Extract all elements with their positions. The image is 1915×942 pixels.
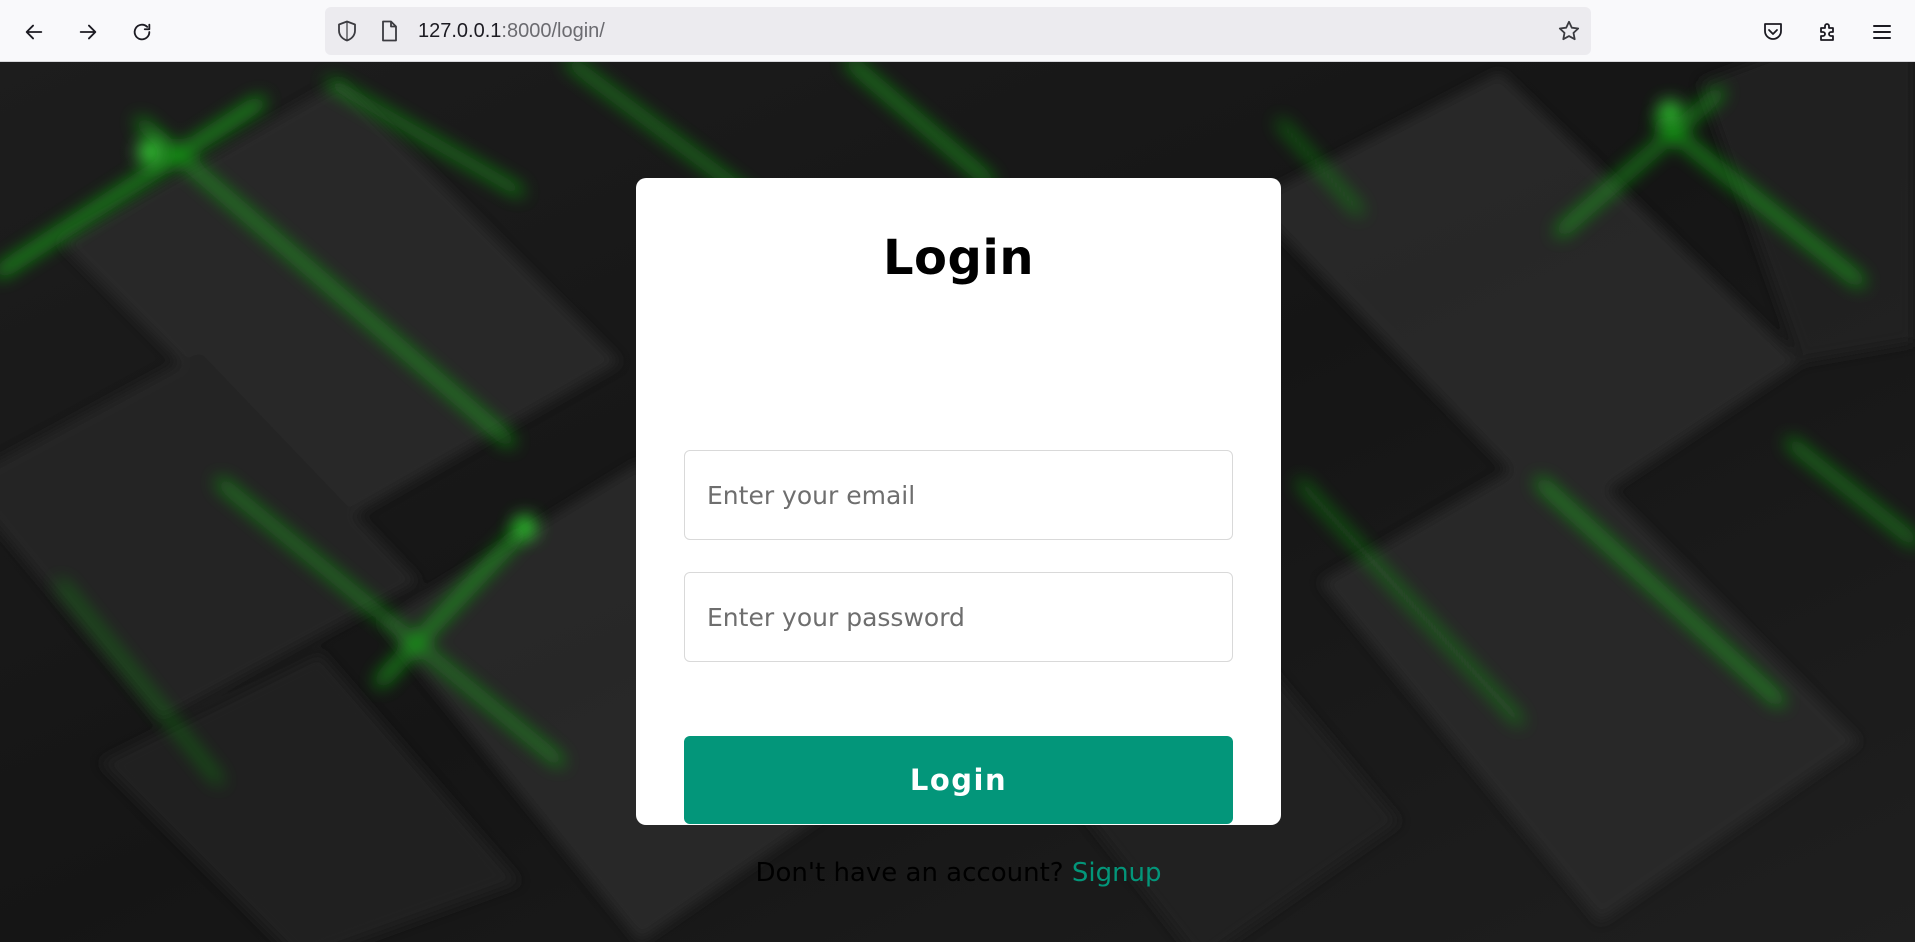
url-host: 127.0.0.1	[418, 20, 502, 42]
back-arrow-icon	[25, 24, 43, 40]
signup-link[interactable]: Signup	[1072, 858, 1162, 888]
password-field[interactable]	[684, 572, 1233, 662]
signup-line: Don't have an account? Signup	[636, 858, 1281, 888]
login-card: Login Login Don't have an account? Signu…	[636, 178, 1281, 888]
reload-icon	[133, 23, 151, 41]
url-path: :8000/login/	[501, 20, 605, 42]
forward-arrow-icon	[79, 24, 97, 40]
pocket-button[interactable]	[1755, 14, 1791, 50]
url-text[interactable]: 127.0.0.1:8000/login/	[418, 7, 605, 55]
forward-button[interactable]	[70, 14, 106, 50]
email-field[interactable]	[684, 450, 1233, 540]
signup-prompt: Don't have an account?	[755, 858, 1064, 888]
extensions-icon	[1820, 23, 1834, 41]
login-button[interactable]: Login	[684, 736, 1233, 824]
star-icon[interactable]	[1557, 19, 1581, 43]
login-title: Login	[882, 230, 1035, 286]
pocket-icon	[1764, 23, 1782, 40]
menu-icon	[1873, 25, 1891, 39]
reload-button[interactable]	[124, 14, 160, 50]
page-viewport: Login Login Don't have an account? Signu…	[0, 62, 1915, 942]
back-button[interactable]	[16, 14, 52, 50]
shield-icon[interactable]	[335, 19, 359, 43]
url-bar[interactable]: 127.0.0.1:8000/login/	[325, 7, 1591, 55]
extensions-button[interactable]	[1810, 14, 1846, 50]
menu-button[interactable]	[1864, 14, 1900, 50]
browser-toolbar: 127.0.0.1:8000/login/	[0, 0, 1915, 62]
page-icon[interactable]	[377, 19, 401, 43]
